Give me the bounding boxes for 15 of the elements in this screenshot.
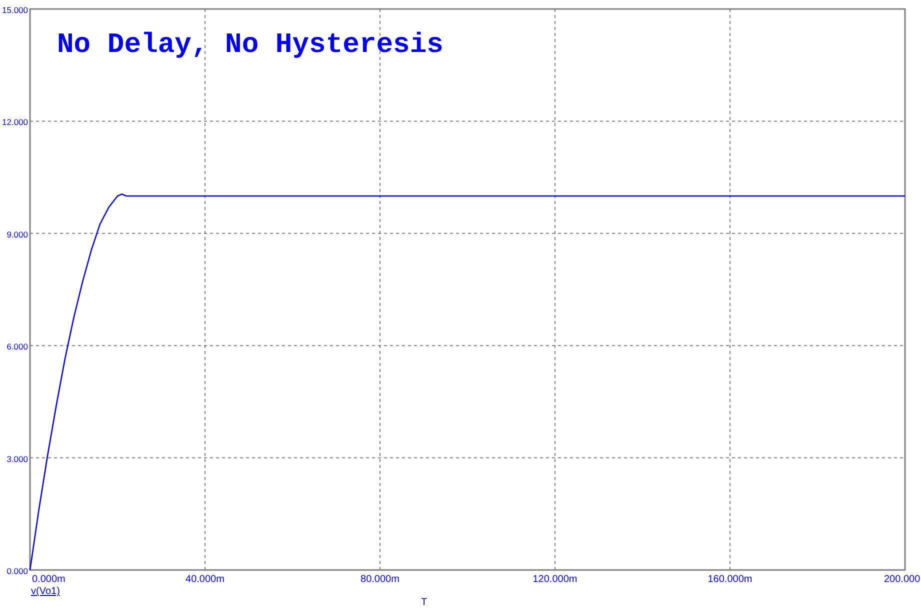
y-tick-label: 15.000	[2, 5, 28, 15]
x-axis-label: T	[420, 597, 428, 608]
y-tick-label: 6.000	[6, 342, 28, 352]
x-tick-label: 80.000m	[360, 574, 400, 585]
y-tick-label: 9.000	[6, 229, 28, 240]
y-tick-label: 12.000	[2, 117, 28, 128]
y-tick-label: 0.000	[6, 566, 28, 576]
y-tick-label: 3.000	[6, 454, 28, 464]
x-tick-label: 160.000m	[708, 574, 752, 585]
x-tick-label: 200.000	[884, 574, 920, 585]
x-tick-label: 120.000m	[532, 574, 578, 585]
chart-title: No Delay, No Hysteresis	[57, 30, 444, 61]
x-tick-label: 40.000m	[186, 574, 224, 585]
legend-label[interactable]: v(Vo1)	[31, 586, 60, 597]
x-tick-label: 0.000m	[32, 574, 66, 585]
